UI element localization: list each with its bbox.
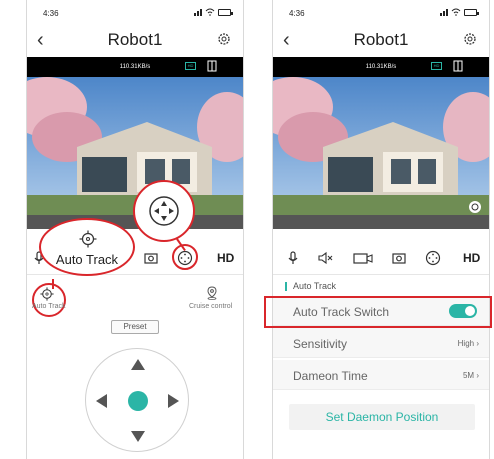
arrow-left-icon[interactable] — [96, 394, 107, 408]
sensitivity-row[interactable]: Sensitivity High › — [273, 328, 489, 358]
record-icon[interactable] — [353, 250, 373, 266]
arrow-right-icon[interactable] — [168, 394, 179, 408]
microphone-icon[interactable] — [285, 250, 301, 266]
cruise-control-label[interactable]: Cruise control — [189, 303, 232, 310]
gear-icon[interactable] — [217, 32, 231, 46]
dameon-time-row[interactable]: Dameon Time 5M › — [273, 360, 489, 390]
door-icon[interactable] — [207, 60, 218, 72]
system-icons — [194, 8, 233, 16]
camera-icon[interactable] — [143, 250, 159, 266]
direction-pad[interactable] — [85, 348, 189, 452]
status-bar: 4:36 — [273, 0, 489, 26]
hd-toggle[interactable]: HD — [217, 251, 234, 265]
setting-label: Dameon Time — [293, 369, 368, 383]
target-icon[interactable] — [40, 287, 54, 301]
camera-video-feed[interactable] — [273, 77, 489, 229]
nav-bar: ‹ Robot1 — [273, 26, 489, 56]
target-icon — [79, 230, 97, 248]
system-icons — [440, 8, 479, 16]
stream-info-bar: 110.31KB/s HD — [273, 57, 489, 77]
camera-icon[interactable] — [391, 250, 407, 266]
status-bar: 4:36 — [27, 0, 243, 26]
setting-value: High › — [457, 339, 479, 348]
callout-label: Auto Track — [55, 252, 119, 267]
ptz-icon[interactable] — [425, 250, 441, 266]
nav-bar: ‹ Robot1 — [27, 26, 243, 56]
arrow-down-icon[interactable] — [131, 431, 145, 442]
hd-badge[interactable]: HD — [431, 62, 442, 70]
ptz-icon — [149, 196, 179, 226]
battery-icon — [464, 9, 479, 16]
left-phone-screen: 4:36 ‹ Robot1 110.31KB/s HD HD Auto Trac… — [26, 0, 244, 459]
hd-badge[interactable]: HD — [185, 62, 196, 70]
camera-toolbar: HD — [273, 241, 489, 275]
chevron-right-icon: › — [476, 339, 479, 348]
wifi-icon — [205, 8, 215, 16]
chevron-right-icon: › — [476, 371, 479, 380]
door-icon[interactable] — [453, 60, 464, 72]
stream-info-bar: 110.31KB/s HD — [27, 57, 243, 77]
auto-track-callout: Auto Track — [39, 218, 135, 276]
status-time: 4:36 — [43, 9, 59, 18]
page-title: Robot1 — [353, 30, 409, 49]
mute-icon[interactable] — [317, 250, 333, 266]
ptz-zoom-callout — [133, 180, 195, 242]
status-time: 4:36 — [289, 9, 305, 18]
gear-icon[interactable] — [463, 32, 477, 46]
signal-icon — [194, 8, 202, 16]
battery-icon — [218, 9, 233, 16]
right-phone-screen: 4:36 ‹ Robot1 110.31KB/s HD HD Auto Trac… — [272, 0, 490, 459]
dpad-center-button[interactable] — [128, 391, 148, 411]
hd-toggle[interactable]: HD — [463, 251, 480, 265]
setting-value: 5M › — [462, 371, 479, 380]
setting-label: Sensitivity — [293, 337, 348, 351]
wifi-icon — [451, 8, 461, 16]
page-title: Robot1 — [107, 30, 163, 49]
auto-track-switch-highlight — [264, 296, 492, 328]
location-pin-icon[interactable] — [205, 286, 219, 300]
auto-track-label[interactable]: Auto Track — [32, 303, 65, 310]
signal-icon — [440, 8, 448, 16]
section-title: Auto Track — [285, 282, 336, 291]
arrow-up-icon[interactable] — [131, 359, 145, 370]
set-daemon-position-button[interactable]: Set Daemon Position — [289, 404, 475, 430]
preset-button[interactable]: Preset — [111, 320, 159, 334]
